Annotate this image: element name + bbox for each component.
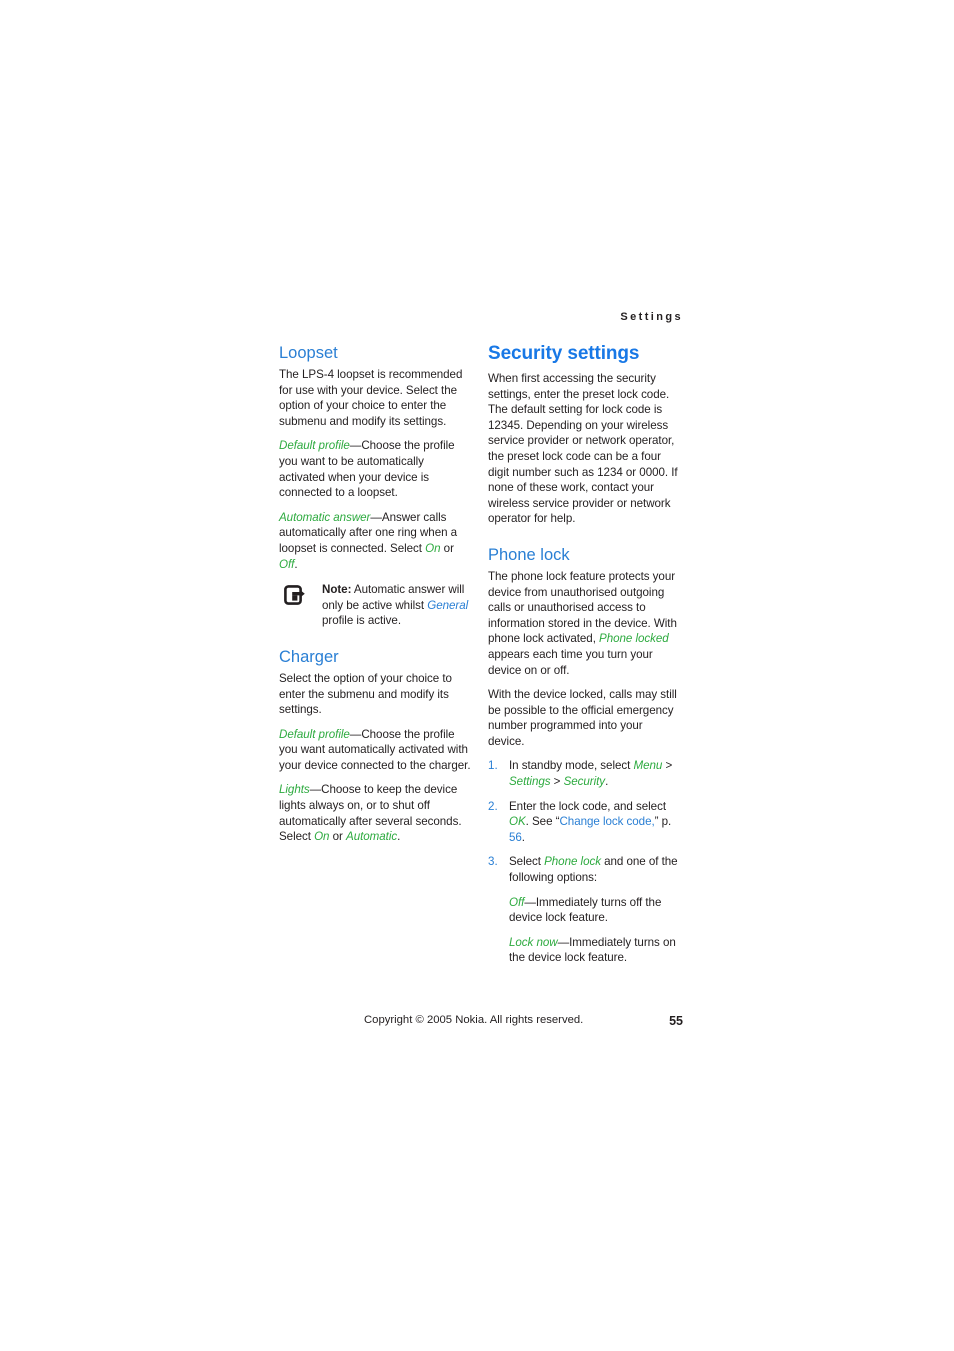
step-2-part-2: . See “ xyxy=(525,815,560,829)
term-on-lights: On xyxy=(314,830,330,844)
phone-lock-paragraph-1: The phone lock feature protects your dev… xyxy=(488,569,680,678)
step-3-option-lock-now: Lock now—Immediately turns on the device… xyxy=(509,935,680,966)
charger-lights-paragraph: Lights—Choose to keep the device lights … xyxy=(279,782,471,844)
step-3-part-1: Select xyxy=(509,855,545,869)
charger-default-profile-paragraph: Default profile—Choose the profile you w… xyxy=(279,727,471,774)
list-item: 2. Enter the lock code, and select OK. S… xyxy=(488,799,680,846)
step-1-period: . xyxy=(605,775,609,789)
phone-lock-steps-list: 1. In standby mode, select Menu > Settin… xyxy=(488,758,680,966)
term-automatic: Automatic xyxy=(346,830,398,844)
charger-intro-paragraph: Select the option of your choice to ente… xyxy=(279,671,452,717)
note-callout: Note: Automatic answer will only be acti… xyxy=(279,582,471,629)
list-item: 3. Select Phone lock and one of the foll… xyxy=(488,854,680,966)
page-number: 55 xyxy=(669,1014,683,1028)
sentence-period: . xyxy=(294,557,298,571)
option-off-description: —Immediately turns off the device lock f… xyxy=(509,895,662,925)
list-item: 1. In standby mode, select Menu > Settin… xyxy=(488,758,680,789)
step-2-text: Enter the lock code, and select OK. See … xyxy=(509,799,680,846)
term-off: Off xyxy=(279,557,295,571)
term-settings: Settings xyxy=(509,775,551,789)
step-number-1: 1. xyxy=(488,759,498,773)
term-ok: OK xyxy=(509,815,526,829)
cross-reference-change-lock-code[interactable]: Change lock code, xyxy=(559,815,654,828)
term-menu: Menu xyxy=(633,759,663,773)
term-automatic-answer: Automatic answer xyxy=(279,510,371,524)
step-number-2: 2. xyxy=(488,799,498,813)
term-off-option: Off xyxy=(509,895,525,909)
note-label: Note: xyxy=(322,583,352,597)
note-text: Note: Automatic answer will only be acti… xyxy=(322,582,471,629)
term-lock-now-option: Lock now xyxy=(509,935,558,949)
term-phone-lock: Phone lock xyxy=(544,855,601,869)
note-text-part-2: profile is active. xyxy=(322,614,401,628)
sentence-period-lights: . xyxy=(397,830,401,844)
step-2-part-3: ” p. xyxy=(654,815,672,829)
term-default-profile: Default profile xyxy=(279,439,350,453)
conjunction-or: or xyxy=(440,541,454,555)
term-on: On xyxy=(425,541,441,555)
step-3-text: Select Phone lock and one of the followi… xyxy=(509,854,680,885)
left-column: Loopset The LPS-4 loopset is recommended… xyxy=(279,343,471,845)
step-3-option-off: Off—Immediately turns off the device loc… xyxy=(509,895,680,926)
step-1-text: In standby mode, select Menu > Settings … xyxy=(509,758,680,789)
copyright-notice: Copyright © 2005 Nokia. All rights reser… xyxy=(364,1014,584,1026)
step-number-3: 3. xyxy=(488,855,498,869)
heading-phone-lock: Phone lock xyxy=(488,545,570,564)
manual-page: Settings Loopset The LPS-4 loopset is re… xyxy=(0,0,954,1351)
step-1-part-1: In standby mode, select xyxy=(509,759,634,773)
loopset-default-profile-paragraph: Default profile—Choose the profile you w… xyxy=(279,438,471,500)
step-2-part-1: Enter the lock code, and select xyxy=(509,799,666,813)
security-settings-intro-paragraph: When first accessing the security settin… xyxy=(488,372,678,526)
page-footer: Copyright © 2005 Nokia. All rights reser… xyxy=(279,1014,683,1030)
loopset-intro-paragraph: The LPS-4 loopset is recommended for use… xyxy=(279,368,463,428)
phone-lock-paragraph-2: With the device locked, calls may still … xyxy=(488,688,677,748)
term-general: General xyxy=(427,598,469,612)
note-device-arrow-icon xyxy=(284,585,309,606)
step-1-sep-1: > xyxy=(662,759,673,773)
conjunction-or-lights: or xyxy=(329,830,347,844)
phone-lock-text-part-2: appears each time you turn your device o… xyxy=(488,647,653,677)
term-phone-locked: Phone locked xyxy=(599,632,669,646)
heading-loopset: Loopset xyxy=(279,344,338,362)
right-column: Security settings When first accessing t… xyxy=(488,343,680,975)
step-1-sep-2: > xyxy=(550,775,564,789)
loopset-automatic-answer-paragraph: Automatic answer—Answer calls automatica… xyxy=(279,510,471,572)
term-default-profile-charger: Default profile xyxy=(279,727,350,741)
heading-security-settings: Security settings xyxy=(488,343,640,364)
term-security: Security xyxy=(563,775,606,789)
cross-reference-page-56[interactable]: 56 xyxy=(509,831,522,844)
running-header: Settings xyxy=(620,311,683,323)
step-2-period: . xyxy=(521,830,525,844)
heading-charger: Charger xyxy=(279,647,339,666)
term-lights: Lights xyxy=(279,783,310,797)
